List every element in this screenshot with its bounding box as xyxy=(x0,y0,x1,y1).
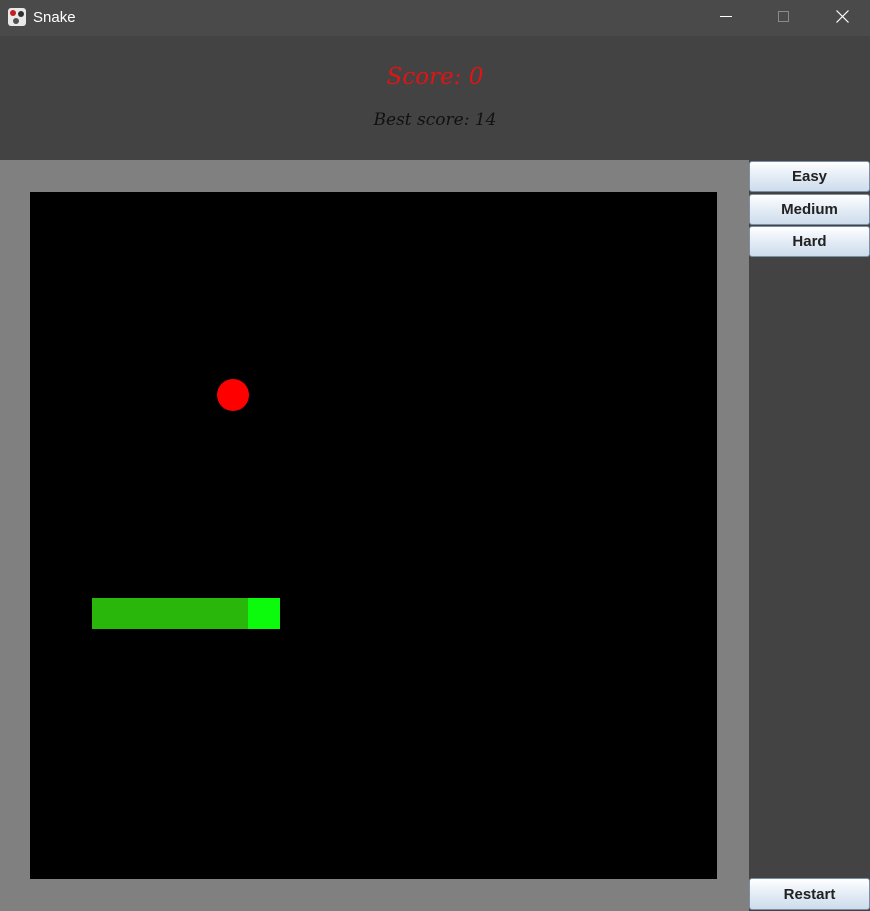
snake-body-segment xyxy=(217,598,249,629)
maximize-button[interactable] xyxy=(755,0,813,34)
game-board[interactable] xyxy=(30,192,717,879)
title-bar[interactable]: Snake xyxy=(0,0,870,36)
side-panel: Easy Medium Hard Restart xyxy=(749,160,870,911)
snake-app-icon xyxy=(8,8,26,26)
maximize-icon xyxy=(778,11,789,22)
close-button[interactable] xyxy=(813,0,870,34)
app-icon-dot xyxy=(10,10,16,16)
easy-button[interactable]: Easy xyxy=(749,161,870,192)
snake-body-segment xyxy=(154,598,186,629)
minimize-icon xyxy=(720,16,732,17)
snake-body-segment xyxy=(123,598,155,629)
app-icon-dot xyxy=(13,18,19,24)
restart-button[interactable]: Restart xyxy=(749,878,870,910)
snake-window: Snake Score: 0 Best score: 14 Easy Mediu… xyxy=(0,0,870,911)
best-score: Best score: 14 xyxy=(373,110,497,130)
snake-head xyxy=(248,598,280,629)
close-icon xyxy=(836,10,849,23)
app-icon-dot xyxy=(18,11,24,17)
current-score: Score: 0 xyxy=(386,64,484,90)
snake-body-segment xyxy=(92,598,124,629)
medium-button[interactable]: Medium xyxy=(749,194,870,225)
window-title: Snake xyxy=(33,9,76,26)
minimize-button[interactable] xyxy=(697,0,755,34)
snake-body-segment xyxy=(186,598,218,629)
score-header: Score: 0 Best score: 14 xyxy=(0,36,870,160)
game-area xyxy=(0,160,749,911)
hard-button[interactable]: Hard xyxy=(749,226,870,257)
food-apple xyxy=(217,379,249,411)
